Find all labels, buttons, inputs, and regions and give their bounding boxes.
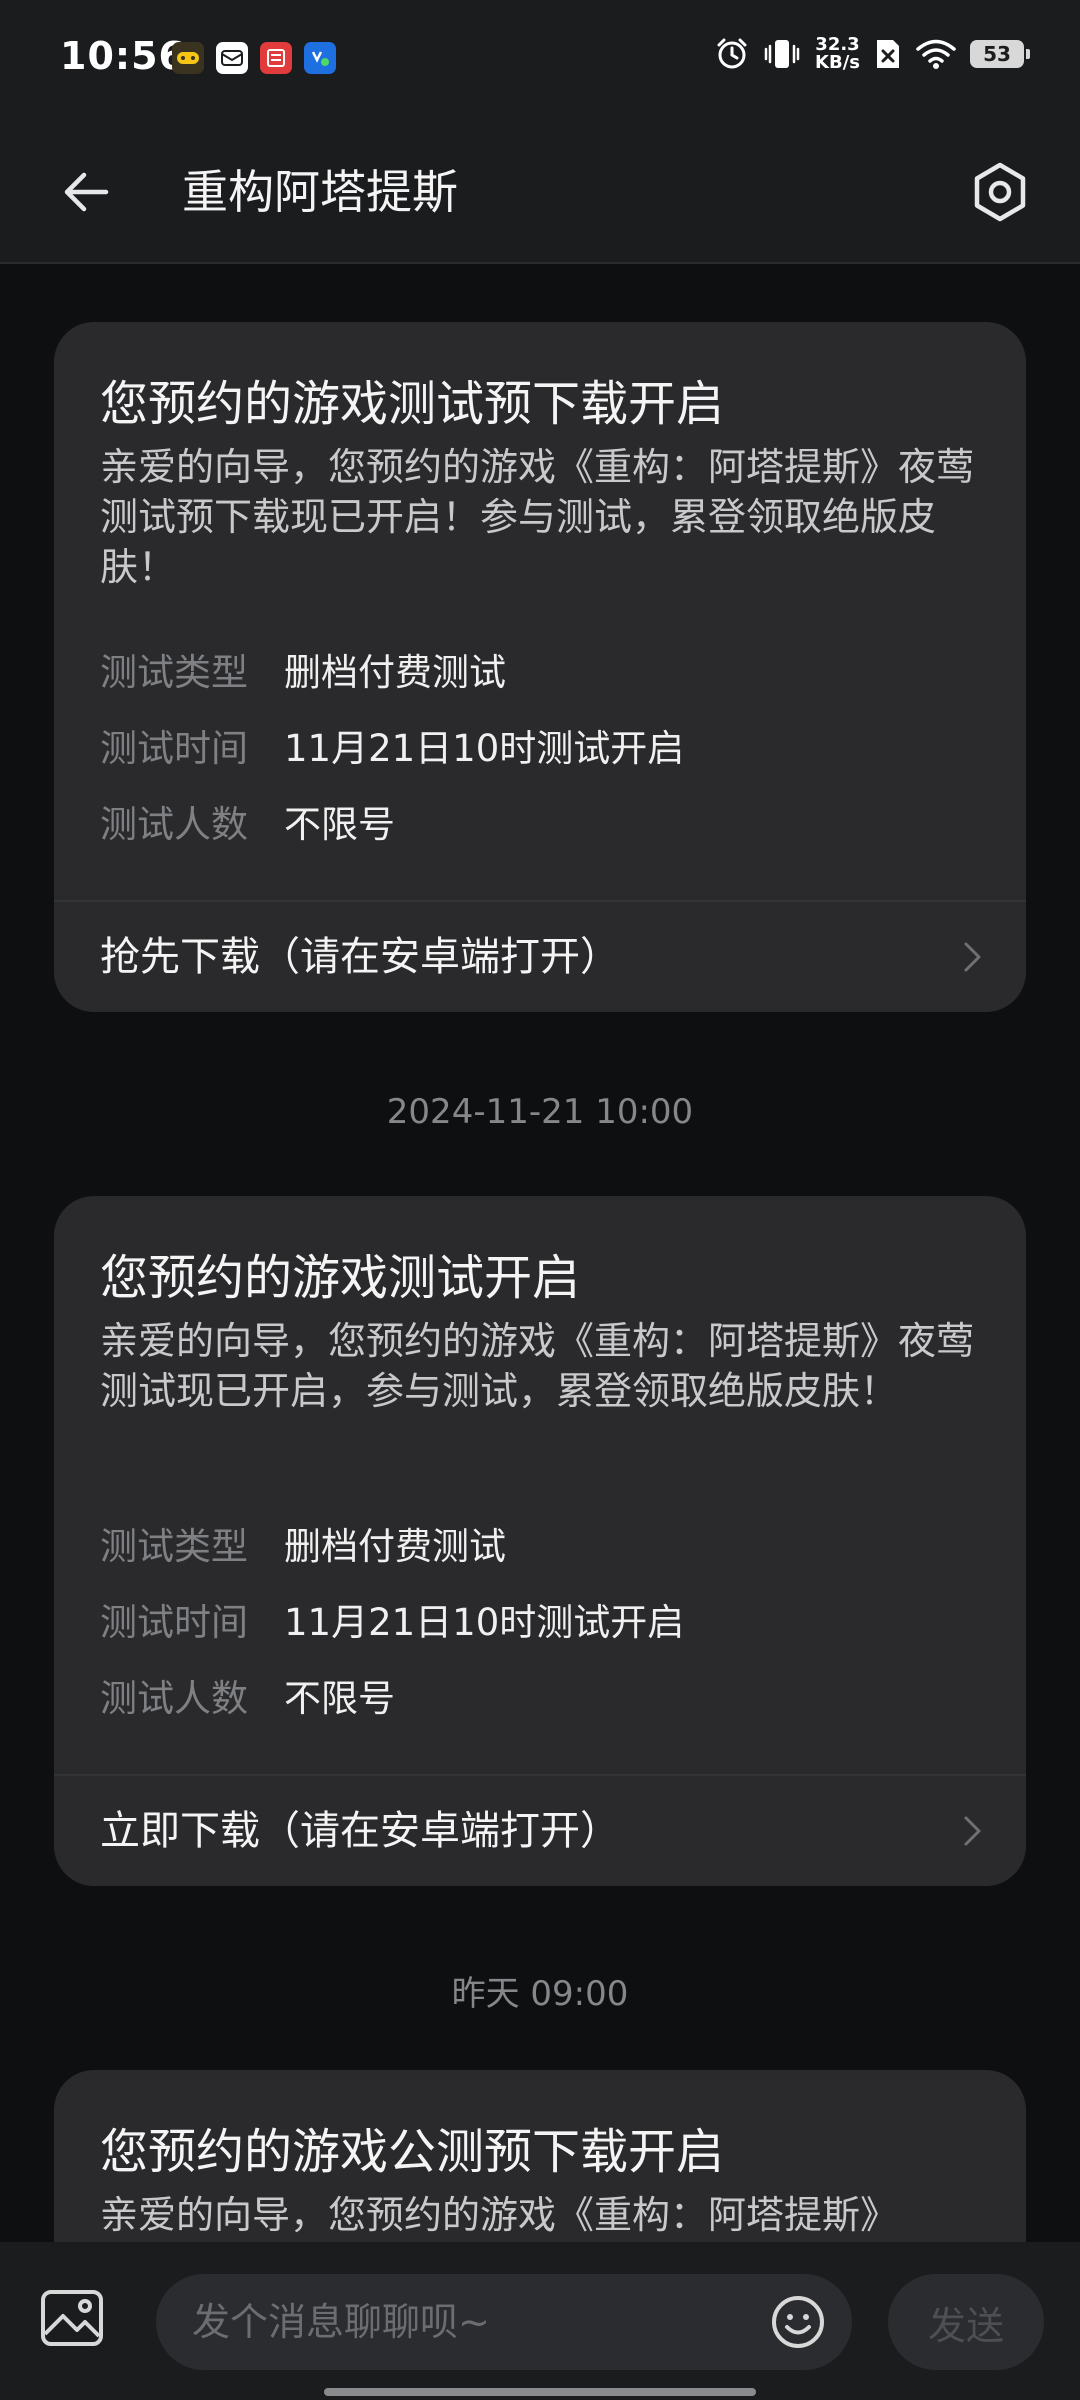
card-title: 您预约的游戏测试预下载开启 [100, 376, 725, 432]
home-indicator[interactable] [324, 2388, 756, 2396]
image-icon [41, 2290, 103, 2346]
message-card: 您预约的游戏公测预下载开启 亲爱的向导，您预约的游戏《重构：阿塔提斯》 [54, 2070, 1026, 2242]
message-card: 您预约的游戏测试预下载开启 亲爱的向导，您预约的游戏《重构：阿塔提斯》夜莺测试预… [54, 322, 1026, 1012]
system-icons: 32.3 KB/s 53 [715, 36, 1030, 72]
message-app-icon [216, 42, 248, 74]
info-row-test-time: 测试时间 11月21日10时测试开启 [100, 724, 684, 774]
message-feed[interactable]: 您预约的游戏测试预下载开启 亲爱的向导，您预约的游戏《重构：阿塔提斯》夜莺测试预… [0, 266, 1080, 2242]
news-app-icon [260, 42, 292, 74]
card-body: 亲爱的向导，您预约的游戏《重构：阿塔提斯》夜莺测试预下载现已开启！参与测试，累登… [100, 445, 975, 589]
arrow-left-icon [64, 172, 109, 212]
info-label: 测试时间 [100, 1601, 248, 1644]
chevron-right-icon [964, 942, 981, 972]
wifi-icon [916, 39, 956, 69]
info-row-test-count: 测试人数 不限号 [100, 1674, 395, 1724]
message-input[interactable]: 发个消息聊聊呗~ [156, 2274, 852, 2370]
info-value: 11月21日10时测试开启 [284, 1601, 685, 1644]
hexagon-gear-icon [974, 162, 1026, 222]
info-value: 11月21日10时测试开启 [284, 727, 685, 770]
message-input-placeholder: 发个消息聊聊呗~ [192, 2300, 490, 2344]
message-timestamp: 2024-11-21 10:00 [386, 1092, 694, 1132]
early-download-button[interactable]: 抢先下载（请在安卓端打开） [54, 902, 1026, 1012]
status-time: 10:56 [60, 34, 186, 78]
chevron-right-icon [964, 1816, 981, 1846]
info-label: 测试时间 [100, 727, 248, 770]
card-action-label: 立即下载（请在安卓端打开） [100, 1808, 620, 1854]
send-button[interactable]: 发送 [888, 2274, 1044, 2370]
info-row-test-count: 测试人数 不限号 [100, 800, 395, 850]
info-row-test-time: 测试时间 11月21日10时测试开启 [100, 1598, 684, 1648]
no-sim-icon [877, 40, 899, 68]
info-label: 测试类型 [100, 1525, 248, 1568]
card-title: 您预约的游戏测试开启 [100, 1250, 581, 1306]
info-value: 删档付费测试 [284, 1525, 506, 1568]
info-value: 不限号 [284, 1677, 395, 1720]
info-value: 删档付费测试 [284, 651, 506, 694]
battery-indicator: 53 [970, 40, 1030, 68]
emoji-button[interactable] [762, 2286, 834, 2358]
page-title: 重构阿塔提斯 [182, 165, 458, 219]
alarm-icon [717, 38, 747, 69]
network-speed-unit: KB/s [815, 52, 860, 73]
info-value: 不限号 [284, 803, 395, 846]
card-title: 您预约的游戏公测预下载开启 [100, 2124, 725, 2180]
shopping-app-icon [304, 42, 336, 74]
smiley-icon [772, 2296, 824, 2348]
image-picker-button[interactable] [36, 2282, 108, 2354]
back-button[interactable] [50, 156, 122, 228]
network-speed: 32.3 KB/s [815, 36, 860, 72]
info-label: 测试类型 [100, 651, 248, 694]
screen: 10:56 32.3 KB/s 53 重构阿塔提斯 您预约的游戏测试预下载开启 … [0, 0, 1080, 2400]
settings-button[interactable] [960, 152, 1040, 232]
vibrate-icon [764, 40, 800, 68]
message-input-bar: 发个消息聊聊呗~ 发送 [0, 2242, 1080, 2400]
card-body: 亲爱的向导，您预约的游戏《重构：阿塔提斯》夜莺测试现已开启，参与测试，累登领取绝… [100, 1319, 975, 1413]
download-now-button[interactable]: 立即下载（请在安卓端打开） [54, 1776, 1026, 1886]
info-label: 测试人数 [100, 1677, 248, 1720]
message-timestamp: 昨天 09:00 [451, 1974, 629, 2014]
message-card: 您预约的游戏测试开启 亲爱的向导，您预约的游戏《重构：阿塔提斯》夜莺测试现已开启… [54, 1196, 1026, 1886]
info-label: 测试人数 [100, 803, 248, 846]
card-body: 亲爱的向导，您预约的游戏《重构：阿塔提斯》 [100, 2193, 899, 2237]
app-bar: 重构阿塔提斯 [0, 120, 1080, 264]
game-controller-icon [172, 42, 204, 74]
card-action-label: 抢先下载（请在安卓端打开） [100, 934, 620, 980]
notification-icons [172, 42, 336, 74]
status-bar: 10:56 32.3 KB/s 53 [0, 0, 1080, 120]
info-row-test-type: 测试类型 删档付费测试 [100, 648, 506, 698]
info-row-test-type: 测试类型 删档付费测试 [100, 1522, 506, 1572]
